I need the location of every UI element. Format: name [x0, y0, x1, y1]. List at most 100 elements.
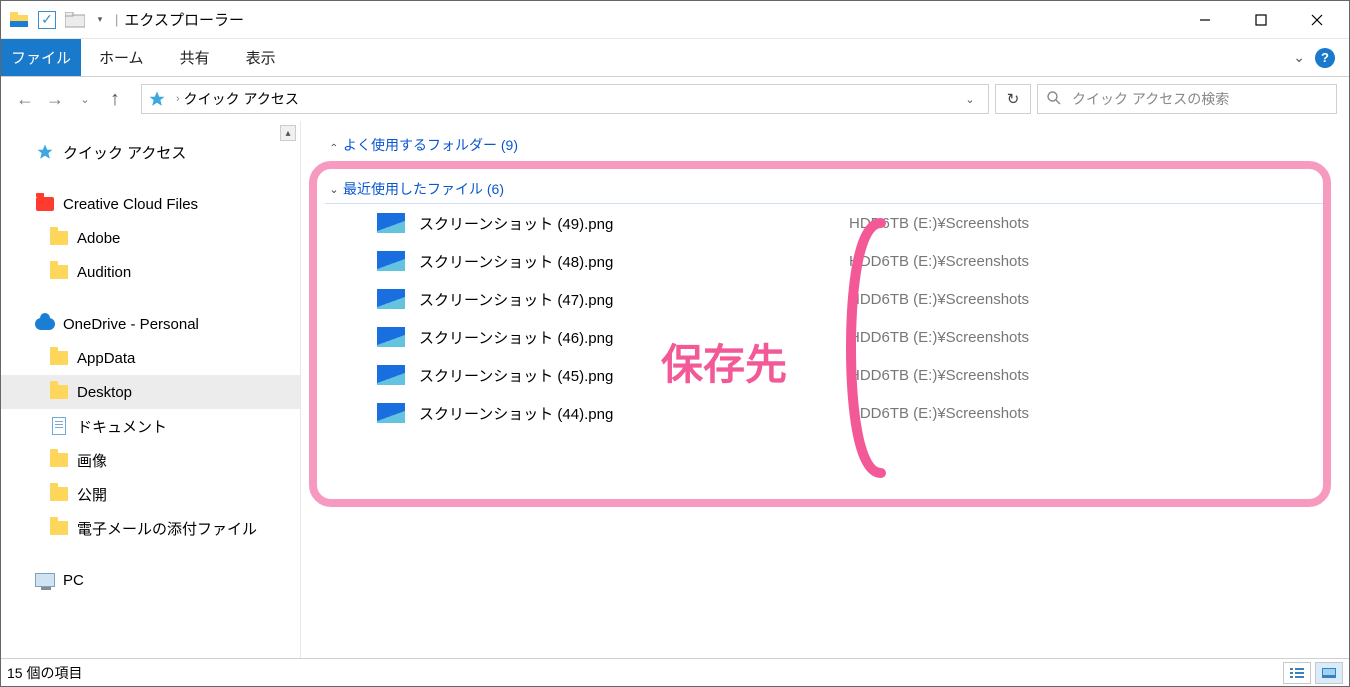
- file-row[interactable]: スクリーンショット (47).png HDD6TB (E:)¥Screensho…: [319, 280, 1331, 318]
- tree-label: ドキュメント: [77, 416, 167, 437]
- tree-label: Creative Cloud Files: [63, 196, 198, 213]
- file-path: HDD6TB (E:)¥Screenshots: [849, 405, 1029, 422]
- ribbon: ファイル ホーム 共有 表示 ⌄ ?: [1, 39, 1349, 77]
- tree-label: 電子メールの添付ファイル: [77, 518, 257, 539]
- file-name: スクリーンショット (48).png: [419, 251, 849, 272]
- qat-customize-icon[interactable]: ▾: [91, 14, 109, 25]
- help-icon[interactable]: ?: [1315, 48, 1335, 68]
- nav-back-button[interactable]: ←: [13, 85, 37, 113]
- file-row[interactable]: スクリーンショット (44).png HDD6TB (E:)¥Screensho…: [319, 394, 1331, 432]
- tree-label: 公開: [77, 484, 107, 505]
- refresh-button[interactable]: ↻: [995, 84, 1031, 114]
- maximize-button[interactable]: [1233, 1, 1289, 38]
- tab-home[interactable]: ホーム: [81, 39, 162, 76]
- navigation-bar: ← → ⌄ ↑ › クイック アクセス ⌄ ↻: [1, 77, 1349, 121]
- status-bar: 15 個の項目: [1, 658, 1349, 686]
- nav-forward-button[interactable]: →: [43, 85, 67, 113]
- title-bar: ✓ ▾ | エクスプローラー: [1, 1, 1349, 39]
- tree-label: 画像: [77, 450, 107, 471]
- tree-onedrive[interactable]: OneDrive - Personal: [1, 307, 300, 341]
- file-row[interactable]: スクリーンショット (46).png HDD6TB (E:)¥Screensho…: [319, 318, 1331, 356]
- file-row[interactable]: スクリーンショット (49).png HDD6TB (E:)¥Screensho…: [319, 204, 1331, 242]
- tree-quick-access[interactable]: クイック アクセス: [1, 135, 300, 169]
- image-thumbnail-icon: [377, 289, 405, 309]
- folder-icon: [49, 265, 69, 279]
- image-thumbnail-icon: [377, 403, 405, 423]
- content-pane: › よく使用するフォルダー (9) ⌄ 最近使用したファイル (6) スクリーン…: [301, 121, 1349, 658]
- file-name: スクリーンショット (49).png: [419, 213, 849, 234]
- group-frequent-folders[interactable]: › よく使用するフォルダー (9): [325, 131, 1331, 159]
- onedrive-icon: [35, 318, 55, 330]
- view-thumbnails-button[interactable]: [1315, 662, 1343, 684]
- tab-file[interactable]: ファイル: [1, 39, 81, 76]
- group-label: よく使用するフォルダー (9): [343, 135, 518, 155]
- tree-item-adobe[interactable]: Adobe: [1, 221, 300, 255]
- folder-icon: [49, 521, 69, 535]
- tab-share[interactable]: 共有: [162, 39, 228, 76]
- file-path: HDD6TB (E:)¥Screenshots: [849, 329, 1029, 346]
- breadcrumb-dropdown-icon[interactable]: ⌄: [958, 93, 982, 106]
- file-row[interactable]: スクリーンショット (45).png HDD6TB (E:)¥Screensho…: [319, 356, 1331, 394]
- tree-item-desktop[interactable]: Desktop: [1, 375, 300, 409]
- scroll-up-button[interactable]: ▴: [280, 125, 296, 141]
- folder-icon: [49, 351, 69, 365]
- tree-label: PC: [63, 572, 84, 589]
- nav-history-button[interactable]: ⌄: [73, 85, 97, 113]
- breadcrumb-separator-icon: ›: [176, 93, 180, 105]
- chevron-right-icon: ›: [328, 136, 340, 154]
- tree-item-appdata[interactable]: AppData: [1, 341, 300, 375]
- tree-creative-cloud[interactable]: Creative Cloud Files: [1, 187, 300, 221]
- tree-label: OneDrive - Personal: [63, 316, 199, 333]
- tree-label: Desktop: [77, 384, 132, 401]
- window-title: エクスプローラー: [124, 9, 244, 30]
- image-thumbnail-icon: [377, 327, 405, 347]
- tree-item-audition[interactable]: Audition: [1, 255, 300, 289]
- view-details-button[interactable]: [1283, 662, 1311, 684]
- file-path: HDD6TB (E:)¥Screenshots: [849, 291, 1029, 308]
- nav-up-button[interactable]: ↑: [103, 85, 127, 113]
- chevron-down-icon: ⌄: [325, 183, 343, 196]
- image-thumbnail-icon: [377, 365, 405, 385]
- tree-label: クイック アクセス: [63, 142, 186, 163]
- file-row[interactable]: スクリーンショット (48).png HDD6TB (E:)¥Screensho…: [319, 242, 1331, 280]
- breadcrumb-location[interactable]: クイック アクセス: [184, 89, 299, 109]
- group-recent-files[interactable]: ⌄ 最近使用したファイル (6): [325, 175, 1331, 204]
- file-name: スクリーンショット (46).png: [419, 327, 849, 348]
- ribbon-expand-icon[interactable]: ⌄: [1293, 49, 1305, 66]
- tree-item-documents[interactable]: ドキュメント: [1, 409, 300, 443]
- file-path: HDD6TB (E:)¥Screenshots: [849, 253, 1029, 270]
- title-separator: |: [115, 12, 118, 27]
- folder-icon: [49, 487, 69, 501]
- qat-folder-icon[interactable]: [63, 8, 87, 32]
- search-box[interactable]: [1037, 84, 1337, 114]
- creative-cloud-icon: [35, 197, 55, 211]
- quick-access-star-icon: [148, 90, 166, 108]
- tree-label: Audition: [77, 264, 131, 281]
- file-path: HDD6TB (E:)¥Screenshots: [849, 367, 1029, 384]
- search-input[interactable]: [1070, 90, 1328, 108]
- file-name: スクリーンショット (45).png: [419, 365, 849, 386]
- group-label: 最近使用したファイル (6): [343, 179, 504, 199]
- folder-icon: [49, 385, 69, 399]
- search-icon: [1046, 90, 1062, 109]
- image-thumbnail-icon: [377, 213, 405, 233]
- tree-item-public[interactable]: 公開: [1, 477, 300, 511]
- minimize-button[interactable]: [1177, 1, 1233, 38]
- pc-icon: [35, 573, 55, 587]
- folder-icon: [49, 453, 69, 467]
- tree-this-pc[interactable]: PC: [1, 563, 300, 597]
- qat-properties-icon[interactable]: ✓: [35, 8, 59, 32]
- file-name: スクリーンショット (47).png: [419, 289, 849, 310]
- tree-label: AppData: [77, 350, 135, 367]
- quick-access-star-icon: [35, 143, 55, 161]
- tree-item-email-attachments[interactable]: 電子メールの添付ファイル: [1, 511, 300, 545]
- breadcrumb[interactable]: › クイック アクセス ⌄: [141, 84, 989, 114]
- window-controls: [1177, 1, 1345, 38]
- close-button[interactable]: [1289, 1, 1345, 38]
- status-item-count: 15 個の項目: [7, 663, 82, 683]
- file-path: HDD6TB (E:)¥Screenshots: [849, 215, 1029, 232]
- explorer-app-icon: [9, 10, 29, 30]
- tab-view[interactable]: 表示: [228, 39, 294, 76]
- folder-icon: [49, 231, 69, 245]
- tree-item-pictures[interactable]: 画像: [1, 443, 300, 477]
